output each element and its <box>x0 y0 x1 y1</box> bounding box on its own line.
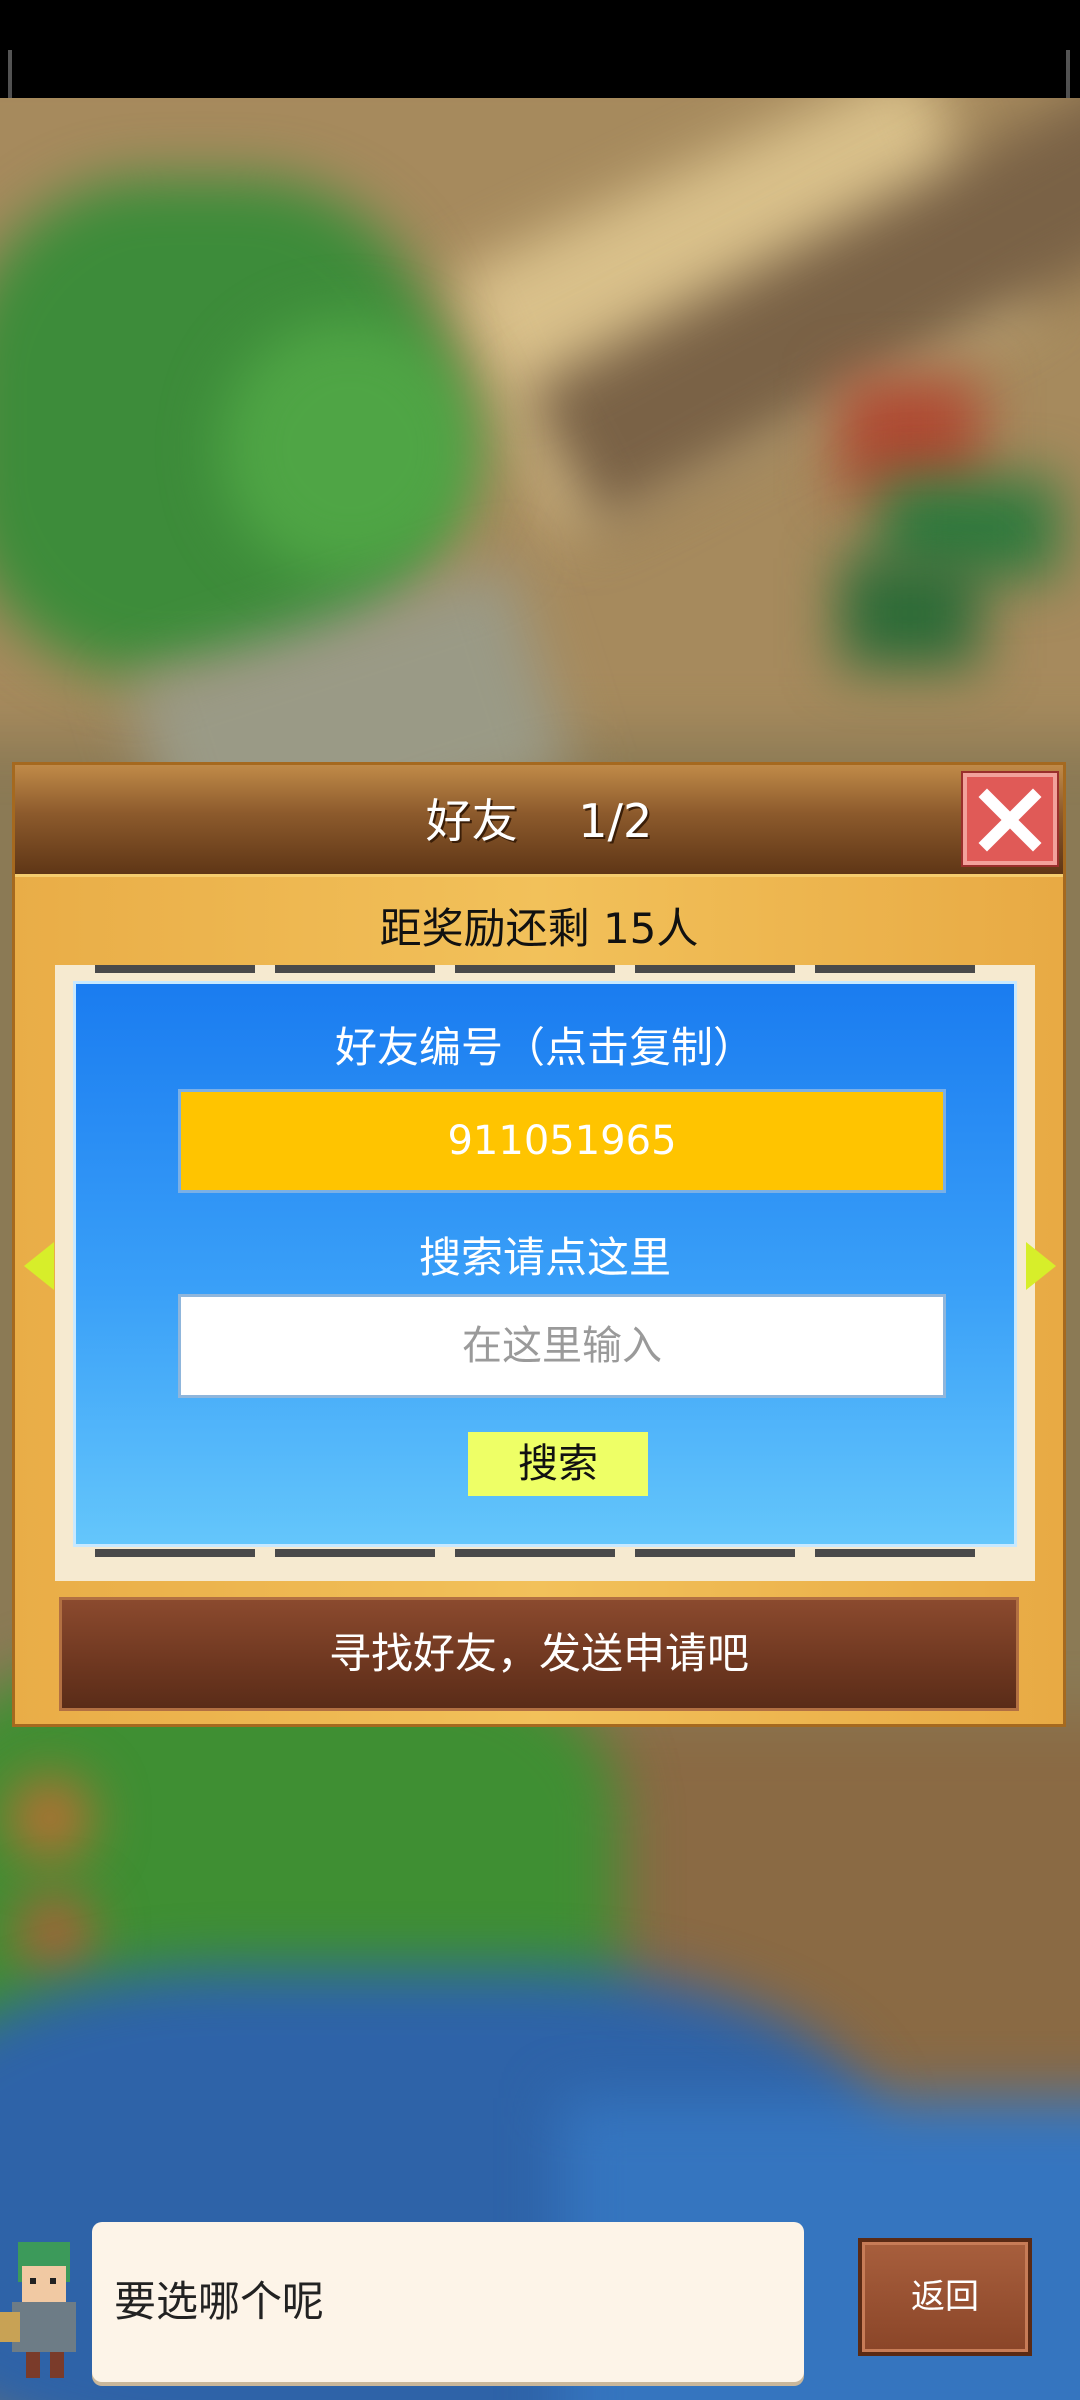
find-friends-button[interactable]: 寻找好友，发送申请吧 <box>59 1597 1019 1711</box>
character-avatar <box>0 2242 76 2378</box>
dialog-header: 好友 1/2 <box>15 765 1063 877</box>
close-button[interactable] <box>963 773 1057 865</box>
friend-dialog: 好友 1/2 距奖励还剩 15人 好友编号（点击复制） 911051965 搜索… <box>12 762 1066 1727</box>
close-icon <box>978 788 1042 852</box>
status-bar <box>0 0 1080 98</box>
search-button[interactable]: 搜索 <box>468 1432 648 1496</box>
search-label: 搜索请点这里 <box>418 1233 671 1282</box>
arrow-right-icon[interactable] <box>1026 1242 1056 1290</box>
arrow-left-icon[interactable] <box>24 1242 54 1290</box>
dialog-title: 好友 1/2 <box>425 794 653 848</box>
reward-remaining-text: 距奖励还剩 15人 <box>379 904 699 953</box>
speech-text: 要选哪个呢 <box>114 2277 325 2326</box>
friend-search-input[interactable] <box>178 1294 946 1398</box>
friend-search-panel: 好友编号（点击复制） 911051965 搜索请点这里 搜索 <box>73 981 1017 1547</box>
friend-id-label: 好友编号（点击复制） <box>334 1023 755 1072</box>
back-button[interactable]: 返回 <box>858 2238 1032 2356</box>
friend-id-copy-field[interactable]: 911051965 <box>178 1089 946 1193</box>
speech-bubble: 要选哪个呢 <box>92 2222 804 2382</box>
content-frame: 好友编号（点击复制） 911051965 搜索请点这里 搜索 <box>55 965 1035 1581</box>
game-screen: 好友 1/2 距奖励还剩 15人 好友编号（点击复制） 911051965 搜索… <box>0 0 1080 2400</box>
